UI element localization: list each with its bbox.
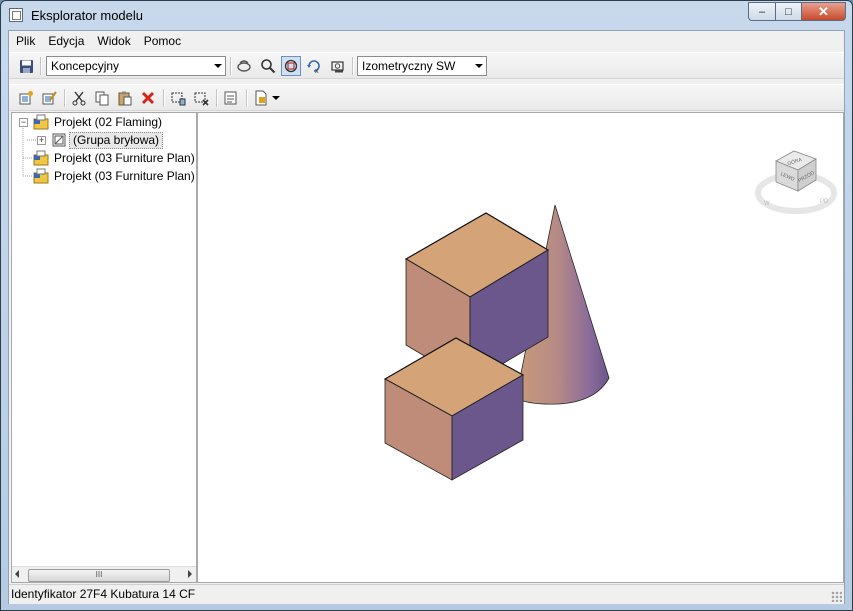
model-canvas [383,204,610,481]
style-icon[interactable] [252,90,270,106]
scroll-left-icon[interactable] [15,570,19,578]
status-text: Identyfikator 27F4 Kubatura 14 CF [11,587,196,601]
model-tree: − Projekt (02 Flaming) + (Grupa bryłowa)… [11,112,197,583]
collapse-icon[interactable]: − [19,118,28,127]
minimize-icon: – [758,5,766,18]
view-preset-value: Izometryczny SW [362,59,456,73]
expand-icon[interactable]: + [37,136,46,145]
view-toolbar: Koncepcyjny x Izometryczny SW [9,52,844,79]
maximize-button[interactable]: □ [775,2,801,21]
compass-s-label: PD [820,199,829,205]
viewcube[interactable]: GÓRA LEWO PRZÓD W PD [748,141,838,221]
project-icon [33,150,49,166]
status-bar: Identyfikator 27F4 Kubatura 14 CF [9,584,844,604]
menu-pomoc[interactable]: Pomoc [137,34,187,48]
app-icon [9,8,23,22]
tree-horizontal-scrollbar[interactable]: III [12,566,196,582]
zoom-extents-icon[interactable] [281,56,301,76]
edit-toolbar [9,84,844,111]
toolbar-separator [64,89,66,107]
scrollbar-thumb[interactable]: III [28,569,170,582]
maximize-icon: □ [785,5,792,18]
tree-item-label: Projekt (03 Furniture Plan) [54,169,195,183]
close-button[interactable]: ✕ [801,2,846,21]
model-viewport[interactable]: GÓRA LEWO PRZÓD W PD [197,112,844,583]
menu-bar: Plik Edycja Widok Pomoc [9,31,844,51]
visual-style-dropdown[interactable]: Koncepcyjny [46,56,226,76]
project-icon [33,114,49,130]
client-area: Plik Edycja Widok Pomoc Koncepcyjny x Iz… [8,30,845,604]
tree-item-label: (Grupa bryłowa) [69,132,164,149]
toolbar-separator [216,89,218,107]
title-bar: Eksplorator modelu – □ ✕ [1,1,852,31]
mass-group-icon [52,133,66,147]
visual-style-value: Koncepcyjny [51,59,120,73]
menu-widok[interactable]: Widok [90,34,136,48]
new-item-icon[interactable] [17,90,35,106]
menu-edycja[interactable]: Edycja [41,34,90,48]
project-icon [33,168,49,184]
toolbar-separator [352,57,354,75]
select-objects-icon[interactable] [169,90,187,106]
toolbar-separator [246,89,248,107]
edit-item-icon[interactable] [40,90,58,106]
cut-icon[interactable] [70,90,88,106]
caption-buttons: – □ ✕ [748,2,846,22]
chevron-down-icon [272,96,280,100]
delete-icon[interactable] [139,90,157,106]
minimize-button[interactable]: – [748,2,775,21]
rotate-view-icon[interactable]: x [305,58,323,74]
menu-plik[interactable]: Plik [9,34,41,48]
tree-item-label: Projekt (03 Furniture Plan) [54,151,195,165]
toolbar-separator [163,89,165,107]
camera-icon[interactable] [329,58,347,74]
save-icon[interactable] [17,58,35,74]
window-title: Eksplorator modelu [31,8,143,23]
properties-icon[interactable] [222,90,240,106]
copy-icon[interactable] [93,90,111,106]
deselect-objects-icon[interactable] [192,90,210,106]
tree-item-label: Projekt (02 Flaming) [54,115,163,129]
chevron-down-icon [214,64,222,68]
scroll-right-icon[interactable] [188,570,192,578]
app-window: Eksplorator modelu – □ ✕ Plik Edycja Wid… [0,0,853,611]
resize-grip-icon[interactable] [831,591,842,602]
compass-w-label: W [764,201,770,207]
toolbar-separator [230,57,232,75]
paste-icon[interactable] [116,90,134,106]
toolbar-separator [40,57,42,75]
svg-text:x: x [315,68,319,74]
zoom-icon[interactable] [259,58,277,74]
close-icon: ✕ [818,3,829,19]
style-dropdown-arrow[interactable] [271,90,281,106]
chevron-down-icon [475,64,483,68]
view-preset-dropdown[interactable]: Izometryczny SW [357,56,487,76]
orbit-icon[interactable] [235,58,253,74]
